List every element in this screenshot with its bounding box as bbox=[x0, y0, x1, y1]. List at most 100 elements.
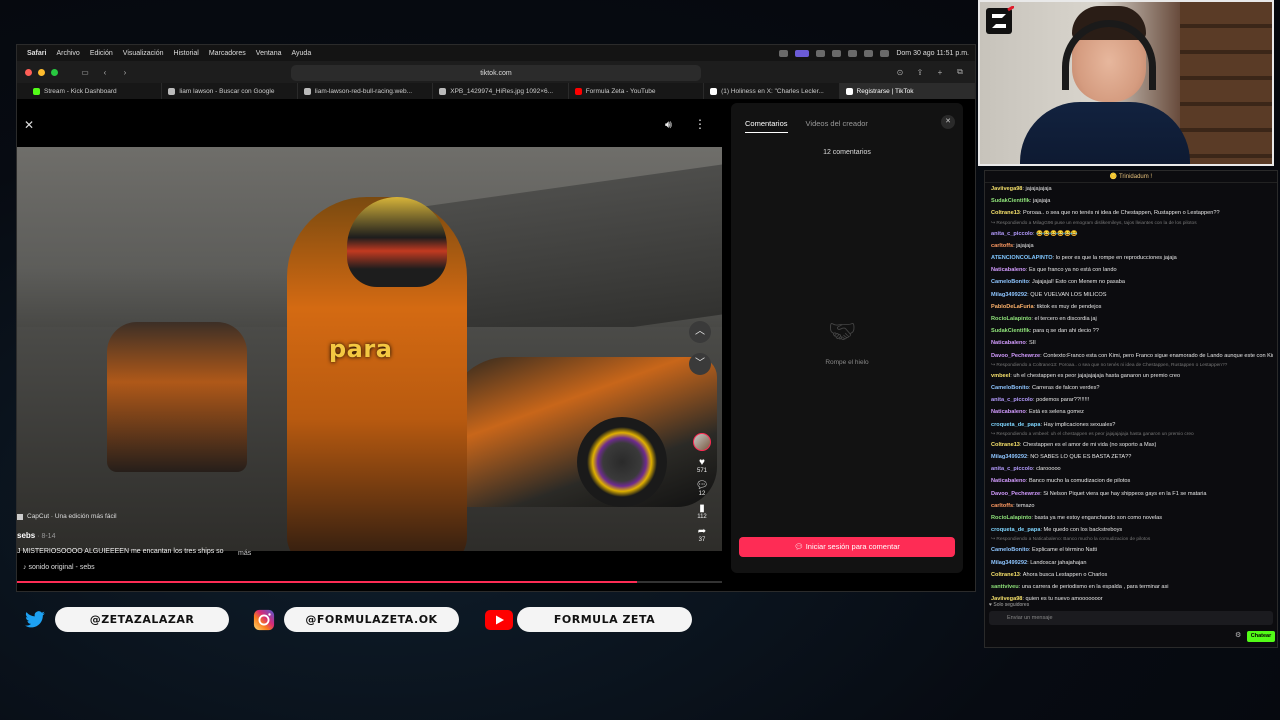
back-icon[interactable]: ‹ bbox=[98, 66, 112, 78]
chat-username[interactable]: Davoo_Pechewrze bbox=[991, 491, 1040, 497]
chat-username[interactable]: Milag3499292 bbox=[991, 454, 1027, 460]
chat-username[interactable]: croqueta_de_papa bbox=[991, 527, 1040, 533]
close-window-button[interactable] bbox=[25, 68, 32, 76]
chat-text: lo peor es que la rompe en reproduccione… bbox=[1055, 255, 1177, 262]
chat-text: Banco mucho la comudizacion de pilotos bbox=[1028, 478, 1131, 485]
menu-app[interactable]: Safari bbox=[27, 50, 46, 57]
chat-username[interactable]: Naticabaleno bbox=[991, 478, 1026, 484]
minimize-window-button[interactable] bbox=[38, 68, 45, 76]
tab-label: Formula Zeta - YouTube bbox=[585, 87, 656, 95]
tab-overview-icon[interactable]: ⧉ bbox=[953, 66, 967, 78]
next-video-button[interactable]: ﹀ bbox=[689, 353, 711, 375]
status-icon[interactable] bbox=[779, 49, 789, 57]
wifi-icon[interactable] bbox=[848, 49, 858, 57]
chat-username[interactable]: CameloBonito bbox=[991, 385, 1029, 391]
chat-username[interactable]: PabloDeLaFuria bbox=[991, 304, 1034, 310]
chat-username[interactable]: carltoffs bbox=[991, 503, 1013, 509]
sidebar-icon[interactable]: ▭ bbox=[78, 66, 92, 78]
tab-comments[interactable]: Comentarios bbox=[745, 119, 788, 133]
browser-tab[interactable]: Formula Zeta - YouTube bbox=[569, 83, 705, 99]
menu-item[interactable]: Edición bbox=[90, 50, 113, 57]
menu-item[interactable]: Ventana bbox=[256, 50, 282, 57]
chat-username[interactable]: SudakCientifik bbox=[991, 328, 1030, 334]
login-to-comment-button[interactable]: 💬︎ Iniciar sesión para comentar bbox=[739, 537, 955, 557]
chat-message: PabloDeLaFuria: tiktok es muy de pendejo… bbox=[991, 301, 1273, 313]
chat-username[interactable]: carltoffs bbox=[991, 243, 1013, 249]
chat-message-list[interactable]: Javiivega98: jajajajajaja SudakCientifik:… bbox=[991, 183, 1273, 603]
share-icon[interactable]: ⇪ bbox=[913, 66, 927, 78]
chat-username[interactable]: Naticabaleno bbox=[991, 409, 1026, 415]
video-progress-bar[interactable] bbox=[17, 581, 722, 583]
menu-item[interactable]: Visualización bbox=[123, 50, 164, 57]
close-icon[interactable]: ✕ bbox=[21, 117, 37, 133]
chat-username[interactable]: anita_c_piccolo bbox=[991, 397, 1033, 403]
browser-tab[interactable]: liam lawson - Buscar con Google bbox=[162, 83, 298, 99]
menubar-clock[interactable]: Dom 30 ago 11:51 p.m. bbox=[896, 50, 969, 57]
new-tab-icon[interactable]: + bbox=[933, 66, 947, 78]
status-icon[interactable] bbox=[832, 49, 842, 57]
forward-icon[interactable]: › bbox=[118, 66, 132, 78]
menu-item[interactable]: Archivo bbox=[56, 50, 79, 57]
menu-item[interactable]: Ayuda bbox=[291, 50, 311, 57]
chat-username[interactable]: Javiivega98 bbox=[991, 186, 1022, 192]
chat-message: Naticabaleno: Banco mucho la comudizacio… bbox=[991, 475, 1273, 487]
screen-record-icon[interactable] bbox=[795, 49, 810, 57]
close-comments-icon[interactable]: ✕ bbox=[941, 115, 955, 129]
more-link[interactable]: más bbox=[238, 550, 251, 557]
chat-username[interactable]: Coltrane13 bbox=[991, 572, 1020, 578]
chat-username[interactable]: Naticabaleno bbox=[991, 340, 1026, 346]
video-sound[interactable]: ♪ sonido original - sebs bbox=[23, 564, 95, 571]
browser-tab[interactable]: XPB_1429974_HiRes.jpg 1092×6... bbox=[433, 83, 569, 99]
chat-username[interactable]: Davoo_Pechewrze bbox=[991, 353, 1040, 359]
chat-username[interactable]: Coltrane13 bbox=[991, 442, 1020, 448]
chat-username[interactable]: croqueta_de_papa bbox=[991, 422, 1040, 428]
music-icon: ♪ bbox=[23, 564, 27, 571]
chat-input[interactable]: Enviar un mensaje bbox=[989, 611, 1273, 625]
video-author[interactable]: sebs · 8-14 bbox=[17, 531, 55, 540]
share-icon[interactable]: ➦ bbox=[689, 526, 715, 537]
tiktok-icon bbox=[845, 87, 853, 95]
creator-avatar[interactable] bbox=[693, 433, 711, 451]
volume-icon[interactable]: 🔊︎ bbox=[665, 119, 672, 132]
comment-icon[interactable]: 💬︎ bbox=[689, 480, 715, 491]
menu-item[interactable]: Marcadores bbox=[209, 50, 246, 57]
chat-username[interactable]: Naticabaleno bbox=[991, 267, 1026, 273]
search-icon[interactable] bbox=[864, 49, 874, 57]
browser-tab[interactable]: liam-lawson-red-bull-racing.web... bbox=[298, 83, 434, 99]
bookmark-icon[interactable]: ▮ bbox=[689, 503, 715, 514]
previous-video-button[interactable]: ︿ bbox=[689, 321, 711, 343]
chat-username[interactable]: Milag3499292 bbox=[991, 560, 1027, 566]
chat-username[interactable]: santtviveu bbox=[991, 584, 1019, 590]
tab-label: XPB_1429974_HiRes.jpg 1092×6... bbox=[450, 87, 554, 95]
status-icon[interactable] bbox=[816, 49, 826, 57]
browser-tab-active[interactable]: Registrarse | TikTok bbox=[839, 83, 975, 99]
download-icon[interactable]: ⊙ bbox=[893, 66, 907, 78]
chat-username[interactable]: anita_c_piccolo bbox=[991, 466, 1033, 472]
capcut-badge[interactable]: CapCut · Una edición más fácil bbox=[17, 513, 117, 520]
tab-creator-videos[interactable]: Videos del creador bbox=[806, 119, 868, 133]
chat-username[interactable]: RocioLalapinto bbox=[991, 515, 1031, 521]
chat-username[interactable]: Milag3499292 bbox=[991, 292, 1027, 298]
gear-icon[interactable]: ⚙ bbox=[1235, 631, 1241, 639]
chat-username[interactable]: ATENCIONCOLAPINTO bbox=[991, 255, 1053, 261]
browser-tab[interactable]: Stream - Kick Dashboard bbox=[27, 83, 163, 99]
chat-username[interactable]: SudakCientifik bbox=[991, 198, 1030, 204]
chat-username[interactable]: vmbeel bbox=[991, 373, 1010, 379]
control-center-icon[interactable] bbox=[880, 49, 890, 57]
video-player[interactable]: para bbox=[17, 147, 722, 551]
menu-item[interactable]: Historial bbox=[174, 50, 199, 57]
more-options-icon[interactable]: ⋮ bbox=[694, 117, 706, 131]
chat-username[interactable]: RocioLalapinto bbox=[991, 316, 1031, 322]
browser-tab[interactable]: (1) Holiness en X: "Charles Lecler... bbox=[704, 83, 840, 99]
chat-username[interactable]: CameloBonito bbox=[991, 279, 1029, 285]
address-bar[interactable]: tiktok.com bbox=[291, 65, 701, 81]
chat-message: Naticabaleno: SII bbox=[991, 337, 1273, 349]
zoom-window-button[interactable] bbox=[51, 68, 58, 76]
chat-send-button[interactable]: Chatear bbox=[1247, 631, 1275, 642]
chat-username[interactable]: CameloBonito bbox=[991, 547, 1029, 553]
chat-username[interactable]: Coltrane13 bbox=[991, 210, 1020, 216]
chat-username[interactable]: anita_c_piccolo bbox=[991, 231, 1033, 237]
heart-icon[interactable]: ♥ bbox=[689, 457, 715, 468]
chat-message: Coltrane13: Ahora busca Lestappen o Char… bbox=[991, 569, 1273, 581]
chat-text: SII bbox=[1028, 340, 1036, 347]
